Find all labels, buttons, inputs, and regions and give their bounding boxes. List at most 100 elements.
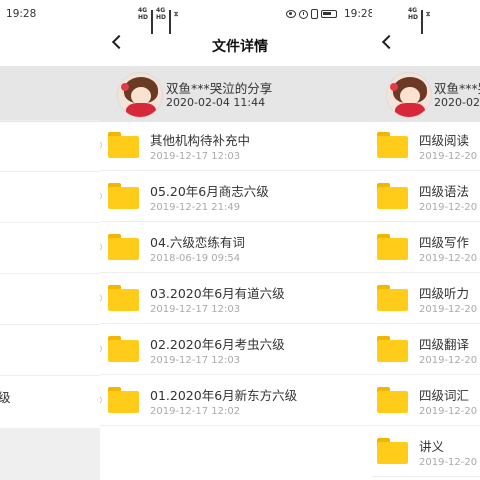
avatar	[386, 72, 432, 118]
file-name: 四级词汇	[419, 388, 470, 403]
status-bar-left: 4G HD 4G HD ⧖	[138, 0, 179, 34]
row-divider	[100, 425, 372, 426]
row-divider	[0, 273, 100, 274]
list-item[interactable]: 四级写作 2019-12-20 04	[372, 222, 480, 273]
status-time: 19:28	[6, 8, 37, 20]
file-date: 2019-12-21 21:49	[150, 202, 241, 213]
status-bar: 19:28	[286, 0, 372, 28]
folder-icon	[377, 234, 408, 260]
eye-comfort-icon	[286, 10, 296, 18]
network-icon: 4G HD	[156, 7, 167, 21]
select-radio-icon[interactable]	[100, 141, 102, 149]
folder-icon	[377, 285, 408, 311]
file-date: 2019-12-20 05	[419, 151, 480, 162]
select-radio-icon[interactable]	[100, 396, 102, 404]
avatar	[117, 72, 163, 118]
status-time: 19:28	[344, 8, 372, 20]
list-item[interactable]: 四级语法 2019-12-20 05	[372, 171, 480, 222]
file-name: 04.六级恋练有词	[150, 235, 245, 250]
folder-icon	[108, 234, 139, 260]
battery-icon	[321, 10, 337, 18]
list-item[interactable]: 四级词汇 2019-12-20 04	[372, 375, 480, 426]
file-name: 02.2020年6月考虫六级	[150, 337, 285, 352]
share-date: 2020-02-04 11:44	[166, 96, 266, 109]
hotspot-icon: ⧖	[174, 10, 179, 18]
empty-area	[100, 428, 372, 480]
row-divider	[0, 375, 100, 376]
page-title: 文件详情	[212, 39, 268, 55]
signal-icon	[169, 9, 172, 34]
file-date: 2019-12-20 04	[419, 253, 480, 264]
list-item[interactable]: 其他机构待补充中 2019-12-17 12:03	[100, 120, 372, 171]
row-divider	[0, 222, 100, 223]
network-icon: 4G HD	[408, 7, 419, 21]
folder-icon	[108, 387, 139, 413]
file-date: 2018-06-19 09:54	[150, 253, 241, 264]
select-radio-icon[interactable]	[100, 192, 102, 200]
file-name-partial: 级	[0, 390, 11, 405]
right-panel: 4GHD ⧖ 双鱼***哭泣的分享 2020-02-0 四级阅读 2019-12-…	[372, 0, 480, 480]
list-item[interactable]: 四级翻译 2019-12-20 04	[372, 324, 480, 375]
file-date: 2019-12-20 19	[419, 457, 480, 468]
file-date: 2019-12-20 05	[419, 202, 480, 213]
file-name: 四级阅读	[419, 133, 470, 148]
file-date: 2019-12-20 04	[419, 355, 480, 366]
share-owner-name: 双鱼***哭泣的分享	[166, 81, 273, 96]
share-owner-name: 双鱼***哭泣的分享	[434, 81, 480, 96]
file-date: 2019-12-17 12:03	[150, 355, 241, 366]
list-item[interactable]: 01.2020年6月新东方六级 2019-12-17 12:02	[100, 375, 372, 426]
file-name: 四级写作	[419, 235, 470, 250]
share-header-band	[0, 66, 100, 122]
empty-area	[0, 428, 100, 480]
file-name: 05.20年6月商志六级	[150, 184, 269, 199]
alarm-icon	[299, 9, 308, 19]
list-item[interactable]: 05.20年6月商志六级 2019-12-21 21:49	[100, 171, 372, 222]
title-bar	[372, 28, 480, 62]
hotspot-icon: ⧖	[426, 10, 431, 18]
folder-icon	[377, 438, 408, 464]
select-radio-icon[interactable]	[100, 243, 102, 251]
select-radio-icon[interactable]	[100, 294, 102, 302]
signal-icon	[151, 9, 154, 34]
left-panel: 4GHD 19:28 级	[0, 0, 100, 480]
row-divider	[372, 476, 480, 477]
row-divider	[0, 171, 100, 172]
row-divider	[0, 324, 100, 325]
file-name: 01.2020年6月新东方六级	[150, 388, 298, 403]
row-divider	[0, 120, 100, 121]
title-bar: 文件详情	[100, 28, 372, 62]
folder-icon	[108, 285, 139, 311]
signal-icon	[421, 9, 424, 34]
list-item[interactable]: 02.2020年6月考虫六级 2019-12-17 12:03	[100, 324, 372, 375]
file-name: 讲义	[419, 439, 445, 454]
folder-icon	[377, 183, 408, 209]
folder-icon	[108, 132, 139, 158]
network-icon: 4G HD	[138, 7, 149, 21]
share-date: 2020-02-0	[434, 96, 480, 109]
folder-icon	[377, 132, 408, 158]
list-item[interactable]: 四级听力 2019-12-20 04	[372, 273, 480, 324]
vibrate-icon	[311, 9, 318, 19]
folder-icon	[108, 336, 139, 362]
file-date: 2019-12-20 04	[419, 406, 480, 417]
center-panel: 19:28 4G HD 4G HD ⧖ 文件详情 双鱼***哭泣的分享 2020-0…	[100, 0, 372, 480]
folder-icon	[377, 387, 408, 413]
list-item[interactable]: 03.2020年6月有道六级 2019-12-17 12:03	[100, 273, 372, 324]
list-item[interactable]: 四级阅读 2019-12-20 05	[372, 120, 480, 171]
file-name: 03.2020年6月有道六级	[150, 286, 285, 301]
file-date: 2019-12-17 12:03	[150, 151, 241, 162]
file-date: 2019-12-20 04	[419, 304, 480, 315]
back-arrow-icon[interactable]	[111, 34, 127, 50]
select-radio-icon[interactable]	[100, 345, 102, 353]
status-bar: 4GHD 19:28	[0, 0, 36, 28]
file-date: 2019-12-17 12:03	[150, 304, 241, 315]
file-name: 四级听力	[419, 286, 470, 301]
file-name: 其他机构待补充中	[150, 133, 251, 148]
folder-icon	[377, 336, 408, 362]
status-bar: 4G HD ⧖	[408, 0, 431, 34]
folder-icon	[108, 183, 139, 209]
list-item[interactable]: 04.六级恋练有词 2018-06-19 09:54	[100, 222, 372, 273]
back-arrow-icon[interactable]	[381, 34, 397, 50]
list-item[interactable]: 讲义 2019-12-20 19	[372, 426, 480, 477]
file-date: 2019-12-17 12:02	[150, 406, 241, 417]
